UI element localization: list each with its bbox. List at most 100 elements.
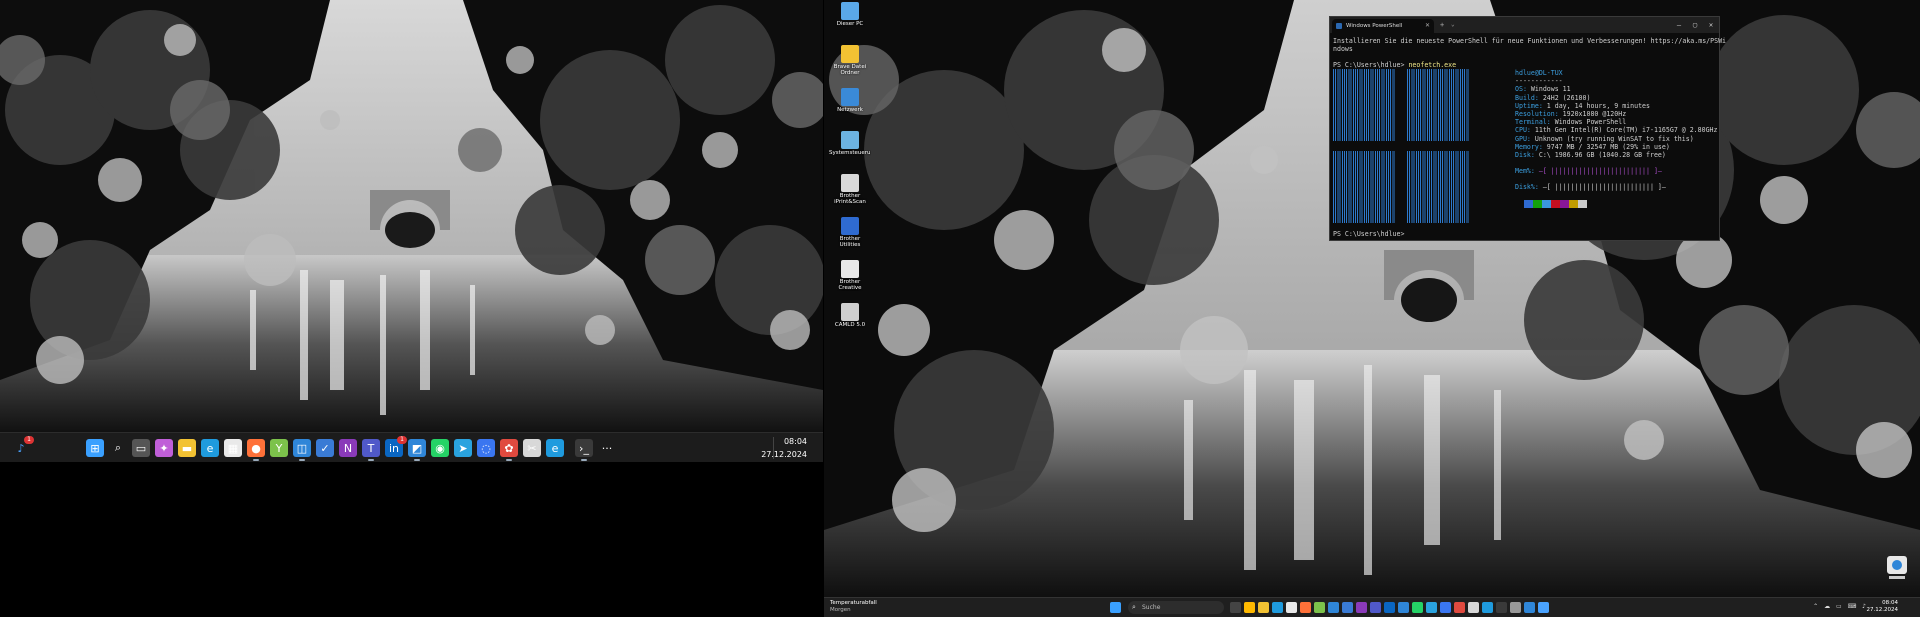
network-app-icon[interactable]: ◩ <box>408 439 426 461</box>
store-icon[interactable]: ▦ <box>224 439 242 457</box>
taskbar-app-icon[interactable] <box>1538 602 1549 613</box>
desktop-icon[interactable]: Netzwerk <box>829 88 871 113</box>
remote-desktop-icon[interactable]: ◫ <box>293 439 311 461</box>
taskbar: Temperaturabfall Morgen ⌕ Suche ⌃ ☁ ▭ ⌨ … <box>824 597 1920 617</box>
taskbar-app-icon[interactable] <box>1300 602 1311 613</box>
close-button[interactable]: ✕ <box>1703 17 1719 33</box>
taskbar-app-icon[interactable] <box>1272 602 1283 613</box>
snipping-icon[interactable]: ✂ <box>523 439 541 457</box>
desktop-icon[interactable]: Brother Utilities <box>829 217 871 248</box>
taskbar-app-icon[interactable] <box>1510 602 1521 613</box>
file-explorer-icon[interactable]: ▬ <box>178 439 196 457</box>
taskbar-app-icon[interactable] <box>1230 602 1241 613</box>
taskbar-app-icon[interactable] <box>1370 602 1381 613</box>
whatsapp-icon[interactable]: ◉ <box>431 439 449 457</box>
desktop-icon-label: Brother iPrint&Scan <box>834 193 866 205</box>
signal-icon[interactable]: ◌ <box>477 439 495 457</box>
taskbar-app-icon[interactable] <box>1426 602 1437 613</box>
taskbar-app-icon[interactable] <box>1454 602 1465 613</box>
search-icon[interactable]: ⌕ <box>109 439 127 457</box>
search-box[interactable]: ⌕ Suche <box>1128 601 1224 614</box>
desktop-icon-label: Dieser PC <box>836 21 864 27</box>
taskbar-app-icon[interactable] <box>1384 602 1395 613</box>
desktop-icon[interactable]: Brother iPrint&Scan <box>829 174 871 205</box>
disk-val: —[ ||||||||||||||||||||||||| ]— <box>1542 183 1666 192</box>
title-bar[interactable]: Windows PowerShell ✕ + ⌄ — ▢ ✕ <box>1330 17 1719 33</box>
weather-widget-thumbnail[interactable] <box>1885 554 1909 584</box>
info-key: Uptime: <box>1515 101 1543 110</box>
desktop-icon[interactable]: CAMLD 5.0 <box>829 303 871 328</box>
minimize-button[interactable]: — <box>1671 17 1687 33</box>
taskbar-app-icon[interactable] <box>1356 602 1367 613</box>
info-line: CPU: 11th Gen Intel(R) Core(TM) i7-1165G… <box>1515 126 1718 134</box>
info-value: C:\ 1986.96 GB (1040.28 GB free) <box>1538 151 1666 160</box>
running-indicator <box>299 459 305 461</box>
desktop-icon-glyph <box>841 303 859 321</box>
info-value: Windows PowerShell <box>1554 118 1627 127</box>
desktop-icon-label: Brother Creative Center <box>838 279 862 291</box>
taskbar-app-icon[interactable] <box>1328 602 1339 613</box>
copilot-icon[interactable]: ✦ <box>155 439 173 457</box>
tab-powershell[interactable]: Windows PowerShell ✕ <box>1332 19 1434 33</box>
desktop-icon[interactable]: Brave Datei Ordner <box>829 45 871 76</box>
disk-bar: Disk%: —[ ||||||||||||||||||||||||| ]— <box>1515 183 1718 191</box>
task-view-icon[interactable]: ▭ <box>132 439 150 457</box>
prompt-end[interactable]: PS C:\Users\hdlue> <box>1333 230 1404 238</box>
info-value: Windows 11 <box>1530 85 1571 94</box>
powershell-window[interactable]: Windows PowerShell ✕ + ⌄ — ▢ ✕ Installie… <box>1329 16 1727 241</box>
taskbar-app-icon[interactable] <box>1286 602 1297 613</box>
more-icon[interactable]: ··· <box>598 439 616 457</box>
bittorrent-icon[interactable]: Y <box>270 439 288 457</box>
taskbar-app-icon[interactable] <box>1496 602 1507 613</box>
widgets-button[interactable]: ♪ 1 <box>12 436 34 457</box>
taskbar-app-icon[interactable] <box>1412 602 1423 613</box>
linkedin-icon[interactable]: in 1 <box>385 436 407 457</box>
firefox-icon[interactable]: ● <box>247 439 265 461</box>
clock[interactable]: 08:04 27.12.2024 <box>761 435 807 461</box>
clock[interactable]: 08:04 27.12.2024 <box>1867 600 1899 614</box>
taskbar-app-icon[interactable] <box>1258 602 1269 613</box>
palette-swatch <box>1515 199 1524 208</box>
weather-title: Temperaturabfall <box>830 600 877 606</box>
todo-icon[interactable]: ✓ <box>316 439 334 457</box>
weather-widget[interactable]: Temperaturabfall Morgen <box>830 600 877 613</box>
taskbar-app-icon[interactable] <box>1342 602 1353 613</box>
taskbar-app-icon[interactable] <box>1440 602 1451 613</box>
update-notice-line-1: Installieren Sie die neueste PowerShell … <box>1333 37 1727 45</box>
desktop-icon-glyph <box>841 131 859 149</box>
onenote-icon[interactable]: N <box>339 439 357 457</box>
desktop-icon-label: Brave Datei Ordner <box>833 64 867 76</box>
close-tab-icon[interactable]: ✕ <box>1425 19 1430 33</box>
taskbar-app-icon[interactable] <box>1244 602 1255 613</box>
terminal-icon[interactable]: ›_ <box>575 439 593 461</box>
telegram-icon[interactable]: ➤ <box>454 439 472 457</box>
teams-icon[interactable]: T <box>362 439 380 461</box>
console-output[interactable]: Installieren Sie die neueste PowerShell … <box>1333 37 1727 238</box>
start-button[interactable] <box>1110 602 1121 613</box>
edge-beta-icon[interactable]: e <box>546 439 564 457</box>
taskbar-app-icon[interactable] <box>1468 602 1479 613</box>
desktop-icon-glyph <box>841 45 859 63</box>
taskbar-app-icon[interactable] <box>1398 602 1409 613</box>
palette-swatch <box>1524 199 1533 208</box>
separator: ------------ <box>1515 77 1563 86</box>
palette-swatch <box>1542 199 1551 208</box>
maximize-button[interactable]: ▢ <box>1687 17 1703 33</box>
info-key: OS: <box>1515 85 1527 94</box>
photos-icon[interactable]: ✿ <box>500 439 518 461</box>
tab-dropdown-icon[interactable]: ⌄ <box>1451 19 1455 31</box>
powershell-icon <box>1336 23 1342 29</box>
desktop-icon[interactable]: Brother Creative Center <box>829 260 871 291</box>
new-tab-button[interactable]: + <box>1440 19 1444 31</box>
system-info: hdlue@DL-TUX ------------ OS: Windows 11… <box>1515 69 1718 210</box>
taskbar-app-icon[interactable] <box>1524 602 1535 613</box>
info-line: Build: 24H2 (26100) <box>1515 94 1718 102</box>
system-tray-icons[interactable]: ⌃ ☁ ▭ ⌨ ♪ <box>1813 603 1868 610</box>
desktop-icon-glyph <box>841 174 859 192</box>
taskbar-app-icon[interactable] <box>1482 602 1493 613</box>
taskbar-app-icon[interactable] <box>1314 602 1325 613</box>
desktop-icon[interactable]: Dieser PC <box>829 2 871 27</box>
edge-icon[interactable]: e <box>201 439 219 457</box>
start-icon[interactable]: ⊞ <box>86 439 104 457</box>
desktop-icon[interactable]: Systemsteuerung <box>829 131 871 156</box>
